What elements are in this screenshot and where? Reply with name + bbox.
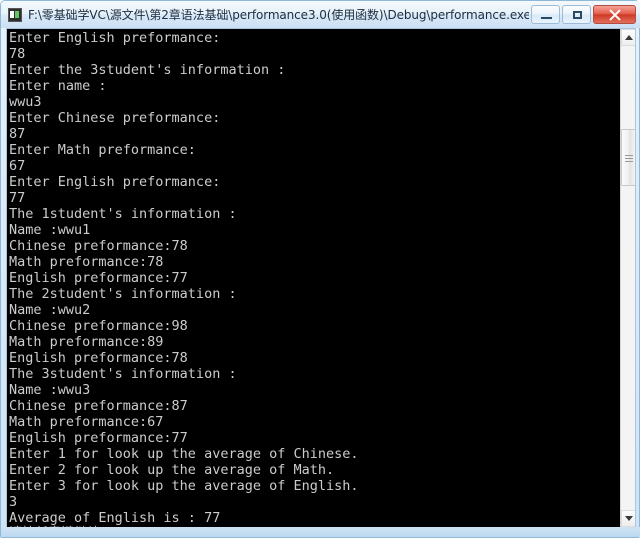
console-line: Enter English preformance: (9, 174, 221, 190)
console-line: Name :wwu2 (9, 302, 91, 318)
window-bottom-frame (1, 527, 640, 537)
console-client-area: Enter English preformance: 78 Enter the 3s… (6, 28, 636, 528)
console-window: F:\零基础学VC\源文件\第2章语法基础\performance3.0(使用函… (0, 0, 640, 538)
console-line: Chinese preformance:98 (9, 318, 188, 334)
console-line: Enter the 3student's information : (9, 62, 286, 78)
caption-button-group (529, 5, 636, 24)
console-line: The 3student's information : (9, 366, 237, 382)
console-line: Name :wwu3 (9, 382, 91, 398)
console-line: Chinese preformance:78 (9, 238, 188, 254)
console-line: Enter 1 for look up the average of Chine… (9, 446, 359, 462)
scrollbar-grip-line (625, 161, 633, 162)
console-line: English preformance:78 (9, 350, 188, 366)
console-app-icon[interactable] (8, 7, 22, 22)
console-line: Math preformance:67 (9, 414, 164, 430)
console-line: Math preformance:89 (9, 334, 164, 350)
scroll-down-arrow-icon[interactable] (621, 510, 635, 527)
console-output-surface[interactable]: Enter English preformance: 78 Enter the 3s… (7, 29, 620, 527)
scrollbar-grip-line (625, 158, 633, 159)
console-line: Average of English is : 77 (9, 510, 221, 526)
console-line: Enter name : (9, 78, 107, 94)
vertical-scrollbar[interactable] (620, 29, 635, 527)
console-line: Enter Math preformance: (9, 142, 196, 158)
minimize-button[interactable] (531, 5, 560, 24)
title-bar[interactable]: F:\零基础学VC\源文件\第2章语法基础\performance3.0(使用函… (1, 1, 640, 28)
console-line: Enter Chinese preformance: (9, 110, 221, 126)
scrollbar-grip-line (625, 155, 633, 156)
scroll-down-triangle-icon (625, 516, 633, 521)
console-line: 77 (9, 190, 26, 206)
console-line: Name :wwu1 (9, 222, 91, 238)
scrollbar-thumb[interactable] (621, 129, 635, 186)
scrollbar-track[interactable] (621, 46, 635, 510)
console-line: 3 (9, 494, 18, 510)
console-line: English preformance:77 (9, 430, 188, 446)
maximize-button[interactable] (562, 5, 591, 24)
console-text: Enter English preformance: 78 Enter the 3s… (9, 30, 359, 527)
scroll-up-arrow-icon[interactable] (621, 29, 635, 46)
scroll-up-triangle-icon (625, 35, 633, 40)
console-line: The 2student's information : (9, 286, 237, 302)
console-line: wwu3 (9, 94, 42, 110)
window-title: F:\零基础学VC\源文件\第2章语法基础\performance3.0(使用函… (28, 8, 529, 22)
console-line: 78 (9, 46, 26, 62)
console-line: The 1student's information : (9, 206, 237, 222)
console-line: 87 (9, 126, 26, 142)
console-line: Enter 3 for look up the average of Engli… (9, 478, 359, 494)
console-line: English preformance:77 (9, 270, 188, 286)
console-line: Chinese preformance:87 (9, 398, 188, 414)
console-line: 67 (9, 158, 26, 174)
close-button[interactable] (593, 5, 636, 24)
console-line: Math preformance:78 (9, 254, 164, 270)
console-line: Enter 2 for look up the average of Math. (9, 462, 335, 478)
console-line: Enter English preformance: (9, 30, 221, 46)
